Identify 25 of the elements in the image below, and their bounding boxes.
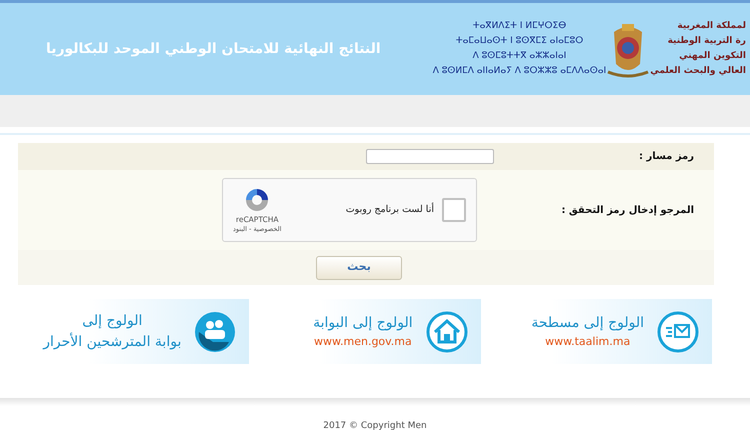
banner-title: الولوج إلى البوابة <box>313 314 413 333</box>
banner-subtitle: بوابة المترشحين الأحرار <box>43 332 182 352</box>
ministry-name-line: ⴷ ⵓⵙⵍⵎⴷ ⴰⵏⵏⴰⵍⴰⵢ ⴷ ⵓⵔⵣⵣⵓ ⴰⵎⴷⴷⴰⵙⴰⵏ <box>432 65 606 78</box>
ministry-name-line: ⵜⴰⵎⴰⵡⴰⵙⵜ ⵏ ⵓⵙⴳⵎⵉ ⴰⵏⴰⵎⵓⵔ <box>454 35 584 48</box>
envelope-icon <box>656 310 700 354</box>
footer-copyright: 2017 © Copyright Men <box>322 420 428 430</box>
search-button[interactable]: بحث <box>316 256 402 280</box>
page-title: النتائج النهائية للامتحان الوطني الموحد للبكالوريا <box>46 40 381 58</box>
ministry-name-line: العالي والبحث العلمي <box>650 65 746 78</box>
ministry-name-line: التكوين المهني <box>679 50 746 63</box>
field-label: رمز مسار : <box>638 150 695 164</box>
ministry-name-line: رة التربية الوطنية <box>668 35 746 48</box>
field-label: المرجو إدخال رمز التحقق : <box>560 204 695 218</box>
ministry-name-line: ⵜⴰⴳⵍⴷⵉⵜ ⵏ ⵍⵎⵖⵔⵉⴱ <box>472 20 568 33</box>
input-field[interactable] <box>366 149 494 164</box>
banner-title: الولوج إلى <box>82 312 142 330</box>
banner-title: الولوج إلى مسطحة <box>531 314 644 333</box>
ministry-name-line: ⴷ ⵓⵙⵎⵓⵜⵜⴳ ⴰⵣⵣⴰⵏⴰⵏ <box>472 50 568 63</box>
ministry-name-line: لمملكة المغربية <box>677 20 746 33</box>
house-icon <box>424 310 469 354</box>
checkbox[interactable] <box>442 198 466 222</box>
banner-subtitle: www.taalim.ma <box>545 334 630 350</box>
banner-subtitle: www.men.gov.ma <box>314 334 412 350</box>
checkbox-label: أنا لست برنامج روبوت <box>346 202 434 217</box>
people-icon <box>193 310 238 354</box>
